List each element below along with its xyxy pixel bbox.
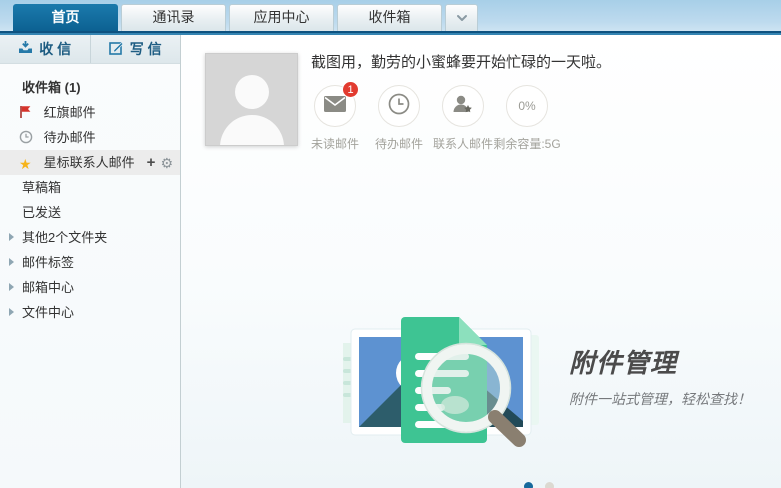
todo-mail-circle [378,85,420,127]
unread-mail-circle: 1 [314,85,356,127]
folder-red-flag-mail[interactable]: 红旗邮件 [0,100,180,125]
folder-tags-label: 邮件标签 [22,255,74,270]
folder-inbox-label: 收件箱 [22,80,61,95]
folder-todo-mail[interactable]: 待办邮件 [0,125,180,150]
chevron-right-icon [9,233,14,241]
greeting-text: 截图用，勤劳的小蜜蜂要开始忙碌的一天啦。 [311,51,611,72]
main-panel: 截图用，勤劳的小蜜蜂要开始忙碌的一天啦。 1 未读邮件 [181,35,781,488]
tab-home[interactable]: 首页 [13,4,118,31]
folder-list: 收件箱 (1) 红旗邮件 待办邮件 ★ 星标联系人邮 [0,64,180,325]
attachment-search-illustration [343,313,545,452]
tab-inbox[interactable]: 收件箱 [337,4,442,31]
stat-label-contact: 联系人邮件 [433,135,493,152]
avatar[interactable] [205,53,298,146]
promo-banner[interactable]: 附件管理 附件一站式管理，轻松查找！ [181,275,781,455]
contact-mail-circle [442,85,484,127]
chevron-down-icon [456,9,468,27]
receive-mail-button[interactable]: 收 信 [0,35,91,63]
stat-label-unread: 未读邮件 [311,135,359,152]
folder-mailbox-center[interactable]: 邮箱中心 [0,275,180,300]
folder-todo-label: 待办邮件 [44,130,96,145]
folder-file-center-label: 文件中心 [22,305,74,320]
unread-count-badge: 1 [342,81,359,98]
compose-mail-icon [109,41,124,58]
stat-quota[interactable]: 0% 剩余容量:5G [495,85,559,152]
chevron-right-icon [9,308,14,316]
starred-row-tools: + ⚙ [147,150,173,175]
carousel-dot-1[interactable] [524,482,533,488]
folder-file-center[interactable]: 文件中心 [0,300,180,325]
chevron-right-icon [9,283,14,291]
banner-text-block: 附件管理 附件一站式管理，轻松查找！ [569,343,751,409]
contact-star-icon [452,94,474,119]
folder-drafts[interactable]: 草稿箱 [0,175,180,200]
banner-title: 附件管理 [569,343,751,380]
stat-unread-mail[interactable]: 1 未读邮件 [303,85,367,152]
clock-icon [19,127,34,152]
compose-mail-label: 写 信 [130,39,162,59]
stats-row: 1 未读邮件 待办邮件 [303,85,559,152]
carousel-dot-2[interactable] [545,482,554,488]
mail-icon [324,96,346,117]
banner-subtitle: 附件一站式管理，轻松查找！ [569,389,751,409]
tab-app-center[interactable]: 应用中心 [229,4,334,31]
tab-dropdown-button[interactable] [445,4,478,31]
mail-actions-toolbar: 收 信 写 信 [0,35,180,64]
stat-label-todo: 待办邮件 [375,135,423,152]
content-area: 收 信 写 信 收件箱 (1) 红旗邮件 [0,35,781,488]
tab-contacts[interactable]: 通讯录 [121,4,226,31]
chevron-right-icon [9,258,14,266]
stat-todo-mail[interactable]: 待办邮件 [367,85,431,152]
folder-starred-contacts-mail[interactable]: ★ 星标联系人邮件 + ⚙ [0,150,180,175]
person-silhouette-icon [206,54,298,146]
receive-mail-label: 收 信 [39,39,71,59]
folder-inbox[interactable]: 收件箱 (1) [0,75,180,100]
folder-mailbox-center-label: 邮箱中心 [22,280,74,295]
quota-circle: 0% [506,85,548,127]
star-icon: ★ [19,152,34,177]
folder-other-label: 其他2个文件夹 [22,230,107,245]
stat-contact-mail[interactable]: 联系人邮件 [431,85,495,152]
folder-red-flag-label: 红旗邮件 [44,105,96,120]
folder-sent[interactable]: 已发送 [0,200,180,225]
quota-percent-value: 0% [518,99,535,113]
carousel-dots [524,482,554,488]
folder-drafts-label: 草稿箱 [22,180,61,195]
folder-mail-tags[interactable]: 邮件标签 [0,250,180,275]
mail-app-window: 首页 通讯录 应用中心 收件箱 收 信 [0,0,781,488]
stat-label-quota: 剩余容量:5G [493,135,560,152]
folder-other-folders[interactable]: 其他2个文件夹 [0,225,180,250]
folder-starred-label: 星标联系人邮件 [44,155,135,170]
add-icon[interactable]: + [147,155,156,170]
gear-icon[interactable]: ⚙ [160,156,173,170]
red-flag-icon [19,102,34,127]
clock-icon [388,93,410,120]
folder-sent-label: 已发送 [22,205,61,220]
tab-strip: 首页 通讯录 应用中心 收件箱 [13,4,478,31]
receive-mail-icon [18,41,33,58]
compose-mail-button[interactable]: 写 信 [91,35,181,63]
folder-inbox-count: (1) [65,80,81,95]
sidebar: 收 信 写 信 收件箱 (1) 红旗邮件 [0,35,181,488]
